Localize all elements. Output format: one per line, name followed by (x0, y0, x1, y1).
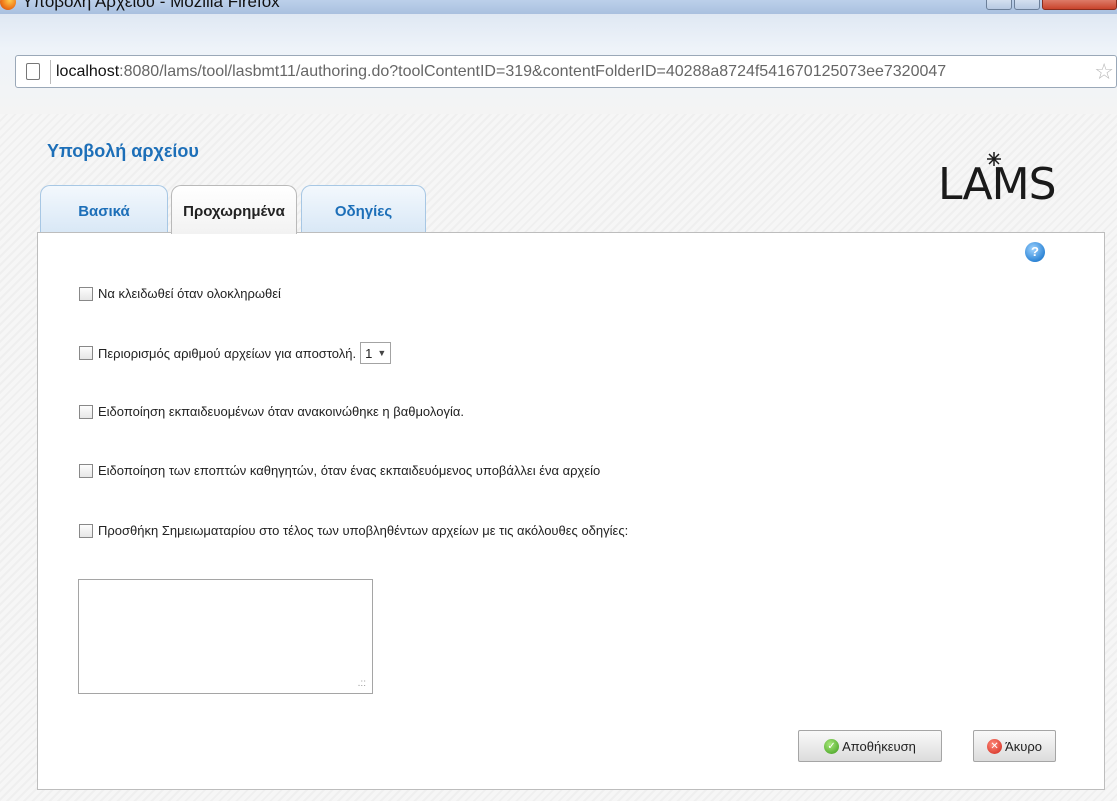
notify-learners-checkbox[interactable] (79, 404, 93, 419)
limit-files-select[interactable]: 1 ▼ (360, 342, 392, 364)
minimize-button[interactable] (986, 0, 1012, 10)
cancel-x-icon: ✕ (987, 738, 1003, 754)
add-notebook-label: Προσθήκη Σημειωματαρίου στο τέλος των υπ… (98, 523, 629, 538)
url-divider (50, 60, 51, 84)
url-path: :8080/lams/tool/lasbmt11/authoring.do?to… (119, 63, 947, 80)
lock-on-finish-label: Να κλειδωθεί όταν ολοκληρωθεί (98, 286, 281, 301)
url-text[interactable]: localhost:8080/lams/tool/lasbmt11/author… (56, 63, 946, 81)
add-notebook-checkbox[interactable] (79, 523, 93, 538)
advanced-panel: ? Να κλειδωθεί όταν ολοκληρωθεί Περιορισ… (37, 232, 1105, 790)
resize-grip-icon[interactable]: .:: (358, 678, 366, 689)
bookmark-star-icon[interactable]: ☆ (1094, 59, 1114, 85)
url-host: localhost (56, 63, 120, 80)
page-icon (26, 63, 40, 80)
tab-advanced[interactable]: Προχωρημένα (171, 185, 297, 234)
save-label: Αποθήκευση (842, 738, 916, 754)
lock-on-finish-checkbox[interactable] (79, 286, 93, 301)
tab-basic[interactable]: Βασικά (40, 185, 168, 232)
check-icon: ✓ (824, 738, 840, 754)
option-add-notebook: Προσθήκη Σημειωματαρίου στο τέλος των υπ… (79, 523, 628, 538)
option-notify-learners: Ειδοποίηση εκπαιδευομένων όταν ανακοινώθ… (79, 404, 464, 419)
close-window-button[interactable] (1042, 0, 1117, 10)
limit-files-label: Περιορισμός αριθμού αρχείων για αποστολή… (98, 345, 357, 361)
logo-star-icon (987, 152, 1001, 166)
notify-teachers-label: Ειδοποίηση των εποπτών καθηγητών, όταν έ… (98, 463, 601, 478)
cancel-label: Άκυρο (1005, 738, 1042, 754)
limit-files-checkbox[interactable] (79, 346, 93, 360)
notify-teachers-checkbox[interactable] (79, 463, 93, 478)
cancel-button[interactable]: ✕ Άκυρο (973, 730, 1056, 762)
firefox-icon (0, 0, 16, 10)
window-title: Υποβολή Αρχείου - Mozilla Firefox (22, 0, 280, 11)
tab-instructions[interactable]: Οδηγίες (301, 185, 426, 232)
option-notify-teachers: Ειδοποίηση των εποπτών καθηγητών, όταν έ… (79, 463, 600, 478)
option-limit-files: Περιορισμός αριθμού αρχείων για αποστολή… (79, 342, 392, 364)
notebook-instructions-textarea[interactable]: .:: (78, 579, 373, 694)
url-bar[interactable]: localhost:8080/lams/tool/lasbmt11/author… (15, 55, 1117, 88)
notify-learners-label: Ειδοποίηση εκπαιδευομένων όταν ανακοινώθ… (98, 404, 464, 419)
limit-files-value: 1 (365, 345, 373, 361)
maximize-button[interactable] (1014, 0, 1040, 10)
page-content: Υποβολή αρχείου LAMS Βασικά Προχωρημένα … (0, 114, 1117, 801)
chevron-down-icon: ▼ (377, 348, 387, 358)
option-lock-on-finish: Να κλειδωθεί όταν ολοκληρωθεί (79, 286, 281, 301)
lams-logo: LAMS (938, 159, 1057, 210)
navigation-bar: localhost:8080/lams/tool/lasbmt11/author… (0, 14, 1117, 114)
save-button[interactable]: ✓ Αποθήκευση (798, 730, 942, 762)
window-titlebar: Υποβολή Αρχείου - Mozilla Firefox (0, 0, 1117, 14)
help-icon[interactable]: ? (1025, 242, 1045, 262)
page-title: Υποβολή αρχείου (47, 141, 199, 161)
